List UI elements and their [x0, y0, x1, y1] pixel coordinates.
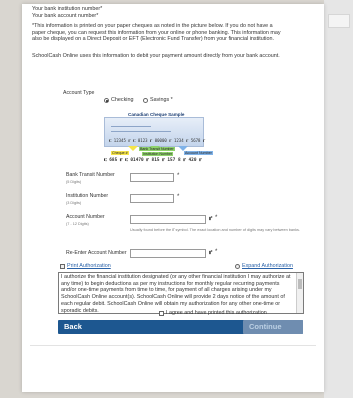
scroll-thumb[interactable] — [298, 279, 302, 289]
institution-required-mark: * — [177, 194, 180, 200]
checking-radio[interactable] — [104, 98, 109, 103]
cheque-sample-image: ⑆ 12345 ⑈ ⑆ 0123 ⑈ 00000 ⑈ 1234 ⑈ 5678 ⑈ — [104, 117, 206, 147]
authorization-scrollbar[interactable] — [296, 273, 303, 313]
authorization-text-box[interactable]: I authorize the financial institution de… — [58, 272, 304, 314]
savings-radio[interactable] — [143, 98, 148, 103]
reenter-account-label: Re-Enter Account Number — [66, 250, 127, 256]
account-hint: (7 - 12 Digits) — [66, 222, 89, 226]
expand-icon — [235, 264, 240, 269]
transit-number-input[interactable] — [130, 173, 174, 182]
savings-label: Savings * — [150, 97, 173, 103]
printed-info-note: *This information is printed on your pap… — [32, 23, 281, 43]
footer-divider — [30, 345, 316, 346]
expand-authorization-link[interactable]: Expand Authorization — [242, 263, 293, 269]
account-type-label: Account Type — [63, 90, 95, 96]
cheque-number-tag: Cheque # — [111, 151, 129, 155]
cheque-line — [111, 126, 151, 127]
authorization-text: I authorize the financial institution de… — [61, 274, 291, 314]
account-mark-symbol: ⑈ — [209, 216, 213, 222]
reenter-mark-symbol: ⑈ — [209, 250, 213, 256]
side-panel — [324, 0, 353, 398]
agree-label: I agree and have printed this authorizat… — [166, 310, 267, 316]
cheque-line — [111, 131, 171, 132]
cheque-micr-upper: ⑆ 12345 ⑈ ⑆ 0123 ⑈ 00000 ⑈ 1234 ⑈ 5678 ⑈ — [109, 138, 206, 143]
cheque-micr-lower: ⑆ 685 ⑈ ⑆ 01470 ⑈ 815 ⑈ 157 8 ⑈ 420 ⑈ — [104, 158, 202, 163]
institution-label: Institution Number — [66, 193, 109, 199]
transit-required-mark: * — [177, 173, 180, 179]
reenter-account-input[interactable] — [130, 249, 206, 258]
agree-checkbox[interactable] — [159, 311, 164, 316]
side-tab[interactable] — [328, 14, 350, 28]
print-authorization-link[interactable]: Print Authorization — [67, 263, 111, 269]
checking-label: Checking — [111, 97, 134, 103]
printer-icon — [60, 264, 65, 269]
transit-label: Bank Transit Number — [66, 172, 115, 178]
account-location-note: Usually found before the ⑈ symbol. The e… — [130, 228, 300, 232]
account-label: Account Number — [66, 214, 105, 220]
institution-hint: (3 Digits) — [66, 201, 82, 205]
transit-number-tag: Bank Transit Number — [139, 147, 175, 151]
intro-institution-line: Your bank institution number* — [32, 6, 103, 12]
account-number-tag: Account Number — [184, 151, 213, 155]
cheque-pointer — [128, 146, 138, 151]
account-required-mark: * — [215, 215, 218, 221]
intro-account-line: Your bank account number* — [32, 13, 99, 19]
institution-number-input[interactable] — [130, 194, 174, 203]
reenter-required-mark: * — [215, 249, 218, 255]
usage-note: SchoolCash Online uses this information … — [32, 53, 280, 59]
transit-hint: (5 Digits) — [66, 180, 82, 184]
continue-button[interactable]: Continue — [243, 320, 303, 334]
institution-number-tag: Institution Number — [142, 152, 174, 156]
account-number-input[interactable] — [130, 215, 206, 224]
